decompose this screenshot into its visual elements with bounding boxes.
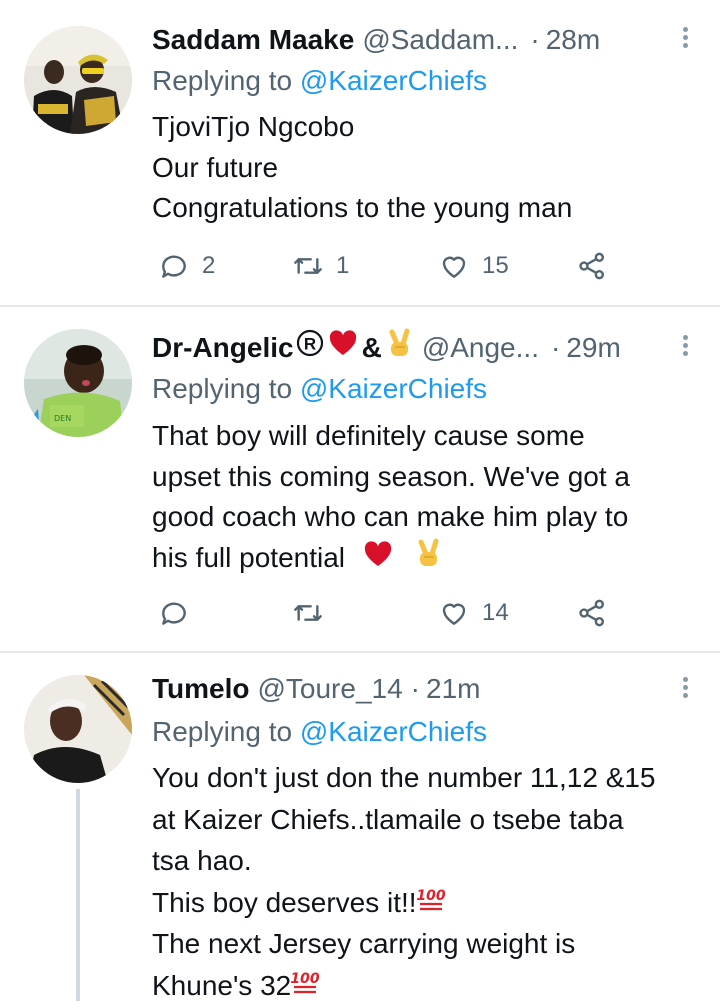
- retweet-icon: [294, 258, 322, 274]
- tweet-text: That boy will definitely cause some upse…: [152, 416, 692, 578]
- author-name[interactable]: Dr-Angelic: [152, 328, 294, 368]
- tweet-line: TjoviTjo Ngcobo: [152, 111, 355, 142]
- retweet-icon: [294, 605, 322, 621]
- replying-to: Replying to @KaizerChiefs: [152, 369, 487, 409]
- author-name[interactable]: Saddam Maake: [152, 20, 354, 60]
- share-button[interactable]: [576, 593, 608, 633]
- retweet-button[interactable]: [292, 593, 336, 633]
- retweet-count: 1: [336, 252, 350, 279]
- separator-dot: ·: [410, 673, 420, 704]
- tweet-line: Congratulations to the young man: [152, 192, 573, 223]
- mention-link[interactable]: @KaizerChiefs: [300, 716, 487, 747]
- tweet-saddam[interactable]: Saddam Maake @Saddam... · 28m Replying t…: [0, 0, 720, 305]
- tweet-line: his full potential: [152, 541, 346, 573]
- author-handle[interactable]: @Saddam...: [362, 20, 518, 60]
- like-count: 15: [482, 252, 509, 279]
- timestamp[interactable]: 21m: [426, 669, 480, 709]
- tweet-actions: 2 1 15: [152, 246, 652, 286]
- tweet-line: Khune's 32: [152, 969, 292, 1001]
- svg-text:100: 100: [417, 888, 445, 904]
- tweet-header: Saddam Maake @Saddam... · 28m: [152, 20, 660, 60]
- red-heart-emoji: [363, 539, 393, 580]
- tweet-line: You don't just don the number 11,12 &15: [152, 762, 656, 793]
- separator-dot: ·: [530, 24, 540, 55]
- tweet-actions: 14: [152, 593, 652, 633]
- replying-to: Replying to @KaizerChiefs: [152, 712, 487, 752]
- like-count: 14: [482, 599, 509, 626]
- share-icon: [579, 599, 604, 627]
- reply-count: 2: [202, 252, 216, 279]
- tweet-angelic[interactable]: DEN Dr-Angelic R & @Ange... · 29m Replyi…: [0, 307, 720, 651]
- tweet-line: tsa hao.: [152, 845, 252, 876]
- avatar[interactable]: [24, 26, 132, 134]
- tweet-line-with-emoji: Khune's 32 100: [152, 965, 692, 1007]
- share-button[interactable]: [576, 246, 608, 286]
- tweet-header: Tumelo @Toure_14 · 21m: [152, 669, 660, 709]
- separator-dot: ·: [550, 332, 561, 363]
- replying-prefix: Replying to: [152, 373, 300, 404]
- victory-hand-emoji: [386, 328, 414, 369]
- replying-prefix: Replying to: [152, 716, 300, 747]
- tweet-header: Dr-Angelic R & @Ange... · 29m: [152, 328, 660, 368]
- red-heart-emoji: [328, 328, 358, 368]
- timestamp[interactable]: 28m: [546, 20, 600, 60]
- avatar[interactable]: DEN: [24, 329, 132, 437]
- replying-prefix: Replying to: [152, 65, 300, 96]
- tweet-line: at Kaizer Chiefs..tlamaile o tsebe taba: [152, 803, 624, 835]
- mention-link[interactable]: @KaizerChiefs: [300, 373, 487, 404]
- tweet-text: TjoviTjo Ngcobo Our future Congratulatio…: [152, 107, 692, 229]
- hundred-points-emoji: 100: [291, 966, 320, 1008]
- heart-icon: [442, 256, 466, 278]
- tweet-line: Our future: [152, 151, 279, 183]
- tweet-line: The next Jersey carrying weight is: [152, 928, 576, 959]
- author-handle[interactable]: @Toure_14: [257, 669, 402, 709]
- mention-link[interactable]: @KaizerChiefs: [300, 65, 487, 96]
- reply-icon: [162, 255, 186, 278]
- tweet-line-with-emoji: This boy deserves it!! 100: [152, 882, 692, 924]
- like-button[interactable]: 15: [438, 246, 509, 286]
- more-icon[interactable]: [680, 24, 690, 56]
- tweet-line: This boy deserves it!!: [152, 886, 417, 918]
- svg-text:100: 100: [291, 971, 319, 987]
- author-name-suffix: &: [361, 332, 382, 363]
- tweet-tumelo[interactable]: Tumelo @Toure_14 · 21m Replying to @Kaiz…: [0, 653, 720, 1001]
- avatar[interactable]: [24, 675, 132, 783]
- retweet-button[interactable]: 1: [292, 246, 349, 286]
- tweet-text: You don't just don the number 11,12 &15 …: [152, 757, 692, 1006]
- tweet-line: That boy will definitely cause some: [152, 420, 585, 451]
- more-icon[interactable]: [680, 332, 690, 364]
- author-handle[interactable]: @Ange...: [422, 328, 539, 368]
- svg-text:DEN: DEN: [54, 414, 71, 423]
- tweet-line-with-emoji: his full potential: [152, 538, 692, 579]
- victory-hand-emoji: [415, 538, 443, 580]
- tweet-line: good coach who can make him play to: [152, 501, 629, 532]
- more-icon[interactable]: [680, 674, 690, 706]
- registered-icon: R: [296, 328, 324, 368]
- reply-icon: [162, 602, 186, 625]
- replying-to: Replying to @KaizerChiefs: [152, 61, 487, 101]
- heart-icon: [442, 603, 466, 625]
- svg-text:R: R: [303, 335, 315, 354]
- like-button[interactable]: 14: [438, 593, 509, 633]
- reply-button[interactable]: [158, 593, 202, 633]
- tweet-line: upset this coming season. We've got a: [152, 460, 630, 492]
- hundred-points-emoji: 100: [416, 883, 445, 925]
- thread-connector: [76, 789, 80, 1001]
- share-icon: [579, 252, 604, 280]
- author-name[interactable]: Tumelo: [152, 669, 249, 709]
- reply-button[interactable]: 2: [158, 246, 215, 286]
- timestamp[interactable]: 29m: [566, 328, 620, 368]
